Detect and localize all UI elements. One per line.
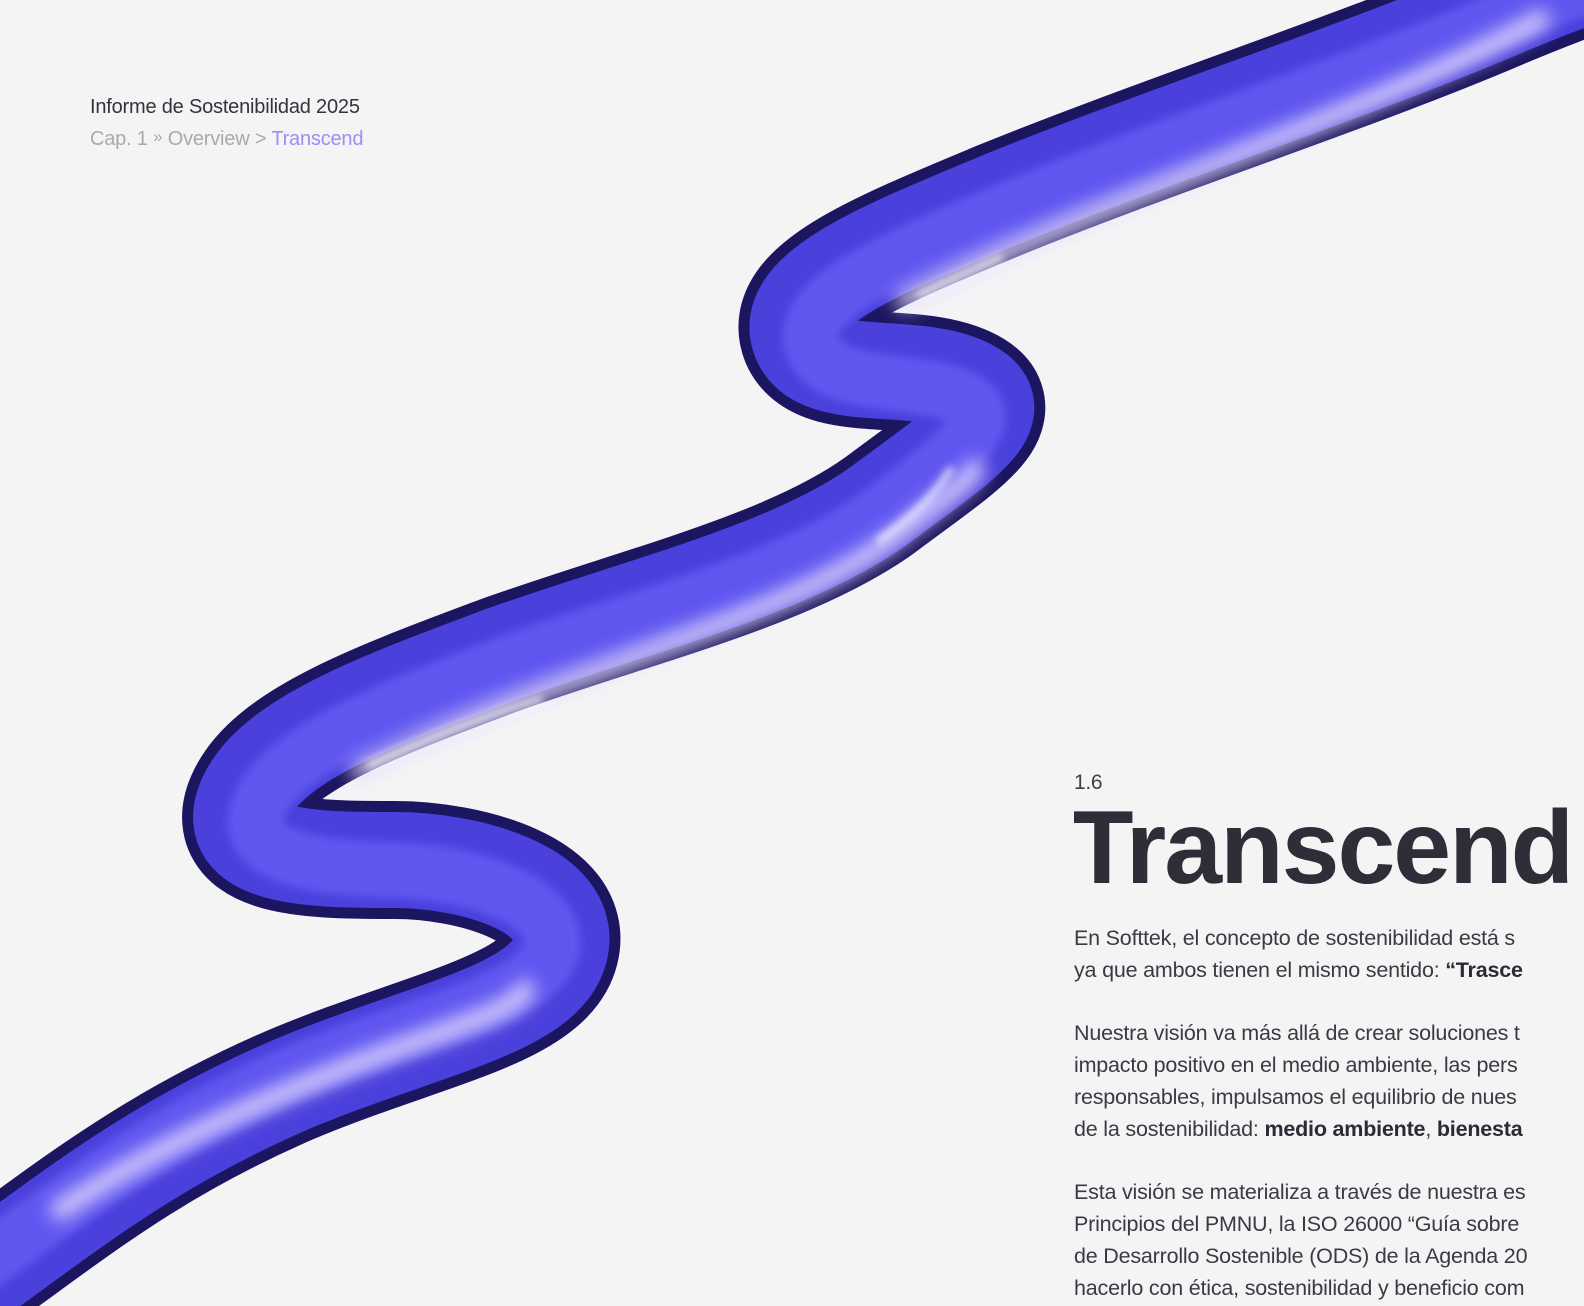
paragraph-line: ya que ambos tienen el mismo sentido: “T… [1074,958,1523,982]
breadcrumb-chapter-link[interactable]: Cap. 1 [90,128,148,150]
breadcrumb-separator: » [153,127,163,146]
section-content: 1.6 Transcend En Softtek, el concepto de… [1074,768,1584,1306]
paragraph-line: En Softtek, el concepto de sostenibilida… [1074,926,1515,950]
paragraph: Nuestra visión va más allá de crear solu… [1074,1017,1584,1145]
paragraph-line: Principios del PMNU, la ISO 26000 “Guía … [1074,1212,1520,1236]
report-header: Informe de Sostenibilidad 2025 Cap. 1 » … [90,91,363,156]
paragraph-line: de la sostenibilidad: medio ambiente, bi… [1074,1117,1523,1141]
breadcrumb-overview-link[interactable]: Overview [168,128,250,150]
section-title: Transcend [1074,790,1574,906]
paragraph-line: Esta visión se materializa a través de n… [1074,1180,1526,1204]
report-title: Informe de Sostenibilidad 2025 [90,96,360,118]
paragraph-line: Nuestra visión va más allá de crear solu… [1074,1021,1520,1045]
paragraph-line: responsables, impulsamos el equilibrio d… [1074,1085,1517,1109]
paragraph-line: hacerlo con ética, sostenibilidad y bene… [1074,1276,1525,1300]
paragraph: En Softtek, el concepto de sostenibilida… [1074,922,1584,986]
breadcrumb-separator: > [254,128,267,150]
report-page: Informe de Sostenibilidad 2025 Cap. 1 » … [0,0,1584,1306]
breadcrumb: Cap. 1 » Overview > Transcend [90,123,363,156]
breadcrumb-current-link[interactable]: Transcend [271,128,363,150]
paragraph: Esta visión se materializa a través de n… [1074,1176,1584,1304]
paragraph-line: impacto positivo en el medio ambiente, l… [1074,1053,1518,1077]
paragraph-line: de Desarrollo Sostenible (ODS) de la Age… [1074,1244,1528,1268]
